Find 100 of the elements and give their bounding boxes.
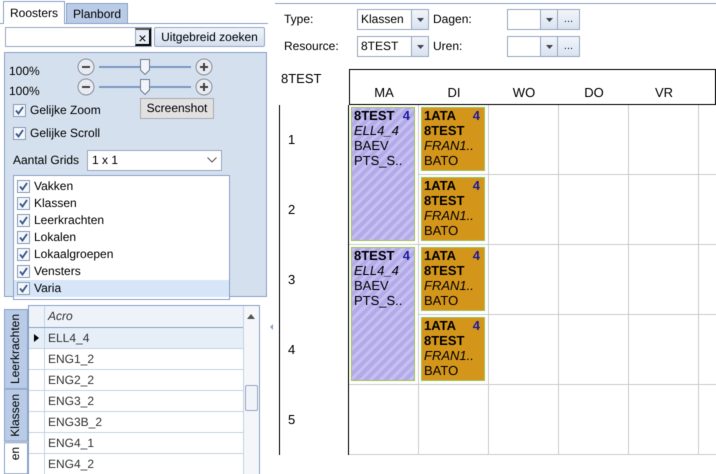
side-tab[interactable]: Leerkrachten [4,309,28,390]
search-field[interactable]: × [5,27,152,47]
dropdown-button[interactable] [540,37,557,56]
collapse-arrow-icon[interactable] [270,324,273,330]
checkbox[interactable] [17,214,30,227]
period-label: 4 [279,315,349,385]
lesson-block[interactable]: 8TEST 4 ELL4_4 BAEV PTS_S.. [351,247,415,381]
side-tab[interactable]: Klassen [4,389,28,442]
timetable-cell[interactable] [349,385,419,455]
scrollbar-thumb[interactable] [245,385,258,411]
side-tab[interactable]: en [4,442,28,474]
checkbox[interactable] [17,180,30,193]
filter-list-item[interactable]: Vensters [14,263,229,280]
dropdown-button[interactable] [411,10,428,29]
clear-button[interactable]: × [135,28,151,46]
timetable-cell[interactable] [559,385,629,455]
dropdown-field[interactable] [507,9,558,30]
timetable-cell[interactable] [559,105,629,175]
filter-label: Vensters [34,264,81,279]
zoom-in-icon[interactable] [195,58,213,76]
timetable-cell[interactable] [489,245,559,315]
lesson-block[interactable]: 1ATA 4 8TEST FRAN1.. BATO [421,177,485,241]
lesson-line: FRAN1.. [424,278,475,293]
grids-label: Aantal Grids [13,152,80,168]
lesson-block[interactable]: 1ATA 4 8TEST FRAN1.. BATO [421,247,485,311]
browse-button[interactable]: ... [558,9,580,30]
lesson-count: 4 [472,248,480,263]
lesson-title: 1ATA [424,178,456,193]
filter-list-item[interactable]: Lokalen [14,229,229,246]
period-label: 1 [279,105,349,175]
timetable-cell[interactable] [489,175,559,245]
filter-list-item[interactable]: Klassen [14,195,229,212]
table-row[interactable]: ENG3_2 [29,391,243,412]
grids-dropdown[interactable]: 1 x 1 [87,150,222,170]
lesson-block[interactable]: 8TEST 4 ELL4_4 BAEV PTS_S.. [351,107,415,241]
table-cell-text: ENG3_2 [47,393,96,410]
lesson-line: ELL4_4 [354,123,400,138]
lesson-title: 8TEST [354,248,394,263]
table-row[interactable]: ELL4_4 [29,328,243,349]
advanced-search-button[interactable]: Uitgebreid zoeken [154,27,265,47]
checkbox[interactable] [17,197,30,210]
lesson-line: BAEV [354,278,390,293]
lesson-block[interactable]: 1ATA 4 8TEST FRAN1.. BATO [421,317,485,381]
timetable-cell[interactable] [629,105,699,175]
checkbox[interactable] [13,104,26,117]
zoom-out-icon[interactable] [77,78,95,96]
dropdown-field[interactable] [507,36,558,57]
lesson-count: 4 [472,318,480,333]
table-row[interactable]: ENG2_2 [29,370,243,391]
dropdown-button[interactable] [540,10,557,29]
caret-icon [546,44,552,48]
timetable-cell[interactable] [629,385,699,455]
checkbox[interactable] [13,127,26,140]
filter-list-item[interactable]: Leerkrachten [14,212,229,229]
slider-thumb[interactable] [140,79,150,95]
timetable-cell[interactable] [559,245,629,315]
screenshot-button[interactable]: Screenshot [140,98,214,119]
tab[interactable]: Roosters [3,1,66,24]
lesson-block[interactable]: 1ATA 4 8TEST FRAN1.. BATO [421,107,485,171]
lesson-line: PTS_S.. [354,153,404,168]
lesson-line: PTS_S.. [354,293,404,308]
filter-list-item[interactable]: Varia [14,280,229,297]
slider-thumb[interactable] [140,59,150,75]
dropdown-field[interactable]: 8TEST [357,36,429,57]
scroll-up-icon[interactable] [247,314,255,320]
timetable-cell[interactable] [629,175,699,245]
timetable-cell[interactable] [559,315,629,385]
timetable-cell[interactable] [629,315,699,385]
browse-button[interactable]: ... [558,36,580,57]
timetable-cell[interactable] [559,175,629,245]
checkbox[interactable] [17,248,30,261]
timetable-cell[interactable] [629,245,699,315]
table-row[interactable]: ENG4_1 [29,433,243,454]
filter-list-item[interactable]: Lokaalgroepen [14,246,229,263]
checkbox[interactable] [17,231,30,244]
checkbox[interactable] [17,265,30,278]
scrollbar[interactable] [243,306,259,474]
lesson-line: 8TEST [424,263,466,278]
filter-label: Vakken [34,179,74,194]
zoom-in-icon[interactable] [195,78,213,96]
timetable-cell[interactable] [489,315,559,385]
zoom-out-icon[interactable] [77,58,95,76]
table-row[interactable]: ENG3B_2 [29,412,243,433]
checkbox[interactable] [17,282,30,295]
tab[interactable]: Planbord [66,3,128,23]
timetable-cell[interactable] [489,385,559,455]
table-cell-text: ELL4_4 [47,330,90,347]
lesson-line: BAEV [354,138,390,153]
lesson-line: 8TEST [424,333,466,348]
dropdown-field[interactable]: Klassen [357,9,429,30]
timetable-cell[interactable] [489,105,559,175]
dropdown-button[interactable] [411,37,428,56]
lesson-line: BATO [424,223,460,238]
checkbox-label: Gelijke Zoom [30,103,101,118]
filter-list-item[interactable]: Vakken [14,178,229,195]
lesson-line: BATO [424,293,460,308]
table-cell-text: ENG3B_2 [47,414,104,431]
timetable-cell[interactable] [419,385,489,455]
table-row[interactable]: ENG1_2 [29,349,243,370]
day-header: VR [654,85,674,102]
